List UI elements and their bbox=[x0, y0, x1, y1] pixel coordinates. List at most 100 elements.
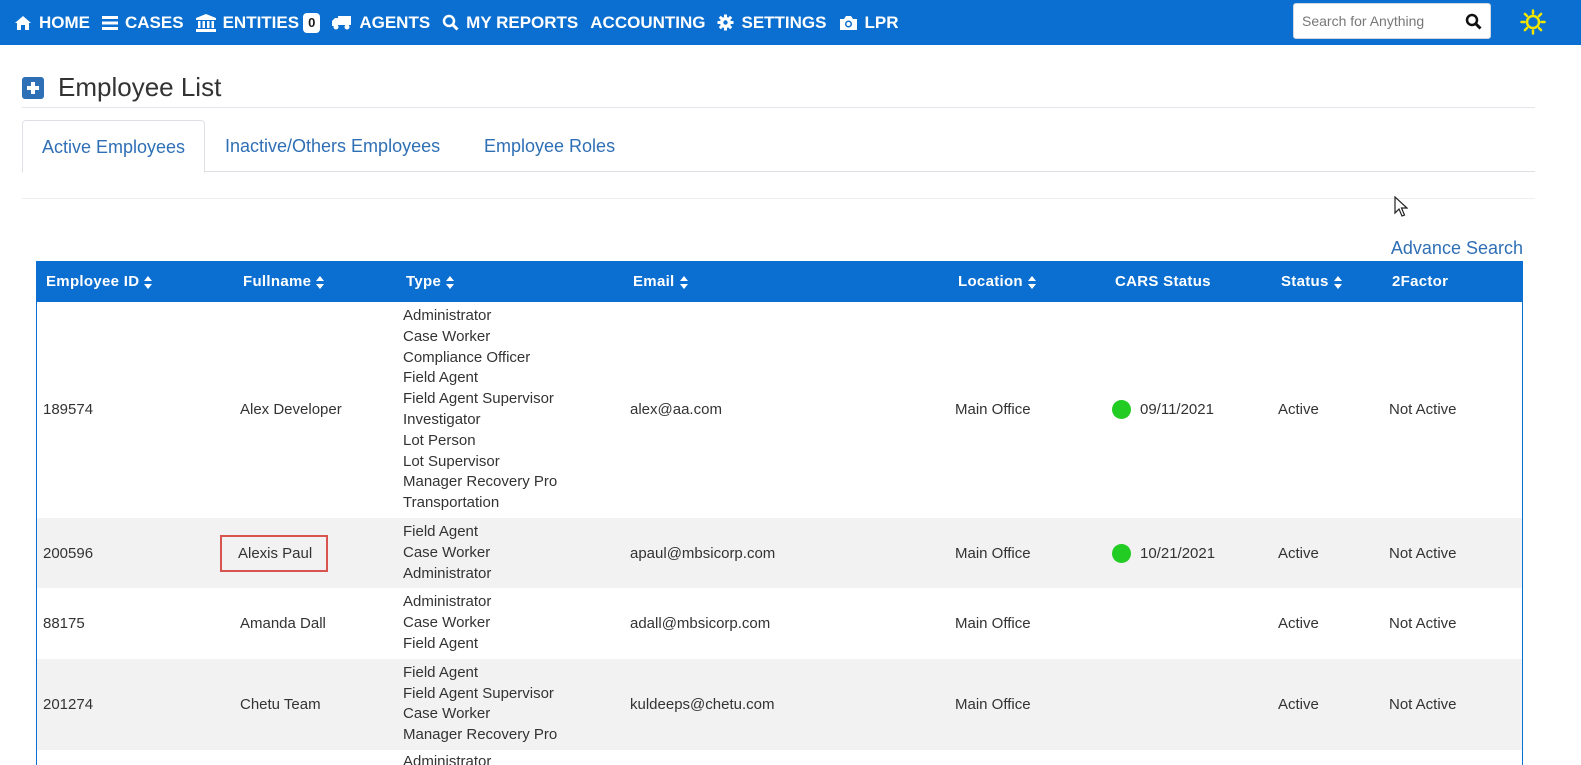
type-item: Administrator bbox=[403, 593, 492, 611]
col-header-employee-id[interactable]: Employee ID bbox=[37, 261, 234, 302]
status-cell bbox=[1272, 750, 1383, 765]
type-item: Lot Person bbox=[403, 431, 476, 449]
col-header-label: Type bbox=[406, 273, 442, 290]
nav-entities-label: ENTITIES bbox=[222, 12, 300, 32]
nav-home-label: HOME bbox=[39, 12, 90, 32]
fullname-cell: Alex Developer bbox=[240, 401, 342, 419]
global-search bbox=[1293, 3, 1491, 39]
sort-icon bbox=[1027, 275, 1036, 289]
type-item: Case Worker bbox=[403, 327, 491, 345]
nav-agents[interactable]: AGENTS bbox=[332, 13, 430, 33]
col-header-email[interactable]: Email bbox=[624, 261, 949, 302]
cars-status-cell bbox=[1106, 659, 1272, 750]
col-header-label: Status bbox=[1281, 273, 1329, 290]
table-row[interactable]: 201274 Chetu Team Field Agent Field Agen… bbox=[37, 658, 1522, 750]
type-item: Lot Supervisor bbox=[403, 452, 500, 470]
nav-settings-label: SETTINGS bbox=[741, 12, 827, 32]
employee-id-cell bbox=[37, 750, 234, 765]
entities-count-badge: 0 bbox=[303, 12, 321, 33]
page-header: Employee List bbox=[22, 72, 221, 103]
type-item: Administrator bbox=[403, 752, 492, 765]
fullname-cell: Alexis Paul bbox=[220, 518, 397, 588]
location-cell bbox=[949, 750, 1106, 765]
cars-status-date: 10/21/2021 bbox=[1140, 544, 1216, 562]
twofactor-cell: Not Active bbox=[1389, 615, 1457, 633]
type-item: Field Agent bbox=[403, 663, 479, 681]
nav-lpr[interactable]: LPR bbox=[839, 13, 899, 33]
status-cell: Active bbox=[1278, 401, 1319, 419]
type-item: Field Agent Supervisor bbox=[403, 390, 554, 408]
sort-icon bbox=[446, 275, 455, 289]
location-cell: Main Office bbox=[955, 695, 1031, 713]
nav-my-reports[interactable]: MY REPORTS bbox=[442, 13, 578, 33]
type-cell: Administrator Case Worker Compliance Off… bbox=[397, 302, 624, 518]
col-header-label: Fullname bbox=[243, 273, 312, 290]
gear-icon bbox=[717, 14, 734, 31]
twofactor-cell bbox=[1383, 750, 1522, 765]
table-row[interactable]: 88175 Amanda Dall Administrator Case Wor… bbox=[37, 588, 1522, 658]
cars-status-cell: 10/21/2021 bbox=[1106, 518, 1272, 588]
type-item: Transportation bbox=[403, 494, 500, 512]
tab-employee-roles[interactable]: Employee Roles bbox=[484, 120, 615, 173]
nav-settings[interactable]: SETTINGS bbox=[717, 12, 827, 33]
tab-active-employees[interactable]: Active Employees bbox=[22, 120, 206, 173]
col-header-label: 2Factor bbox=[1392, 273, 1449, 290]
type-item: Field Agent Supervisor bbox=[403, 684, 554, 702]
col-header-location[interactable]: Location bbox=[949, 261, 1106, 302]
table-header-row: Employee ID Fullname Type Email Location… bbox=[37, 261, 1522, 302]
email-cell: kuldeeps@chetu.com bbox=[630, 695, 775, 713]
employee-tabs: Active Employees Inactive/Others Employe… bbox=[22, 120, 1535, 173]
table-row[interactable]: 189574 Alex Developer Administrator Case… bbox=[37, 302, 1522, 518]
global-search-input[interactable] bbox=[1294, 4, 1454, 38]
nav-cases[interactable]: CASES bbox=[102, 13, 184, 33]
col-header-type[interactable]: Type bbox=[397, 261, 624, 302]
cars-status-date: 09/11/2021 bbox=[1140, 401, 1214, 419]
email-cell: apaul@mbsicorp.com bbox=[630, 544, 776, 562]
type-cell: Administrator bbox=[397, 750, 624, 765]
sort-icon bbox=[1333, 275, 1342, 289]
table-row[interactable]: Administrator bbox=[37, 750, 1522, 765]
cars-status-cell: 09/11/2021 bbox=[1106, 302, 1272, 518]
sun-icon[interactable] bbox=[1520, 9, 1546, 35]
fullname-cell bbox=[234, 750, 397, 765]
search-icon[interactable] bbox=[1465, 13, 1482, 30]
type-cell: Field Agent Case Worker Administrator bbox=[397, 518, 624, 588]
email-cell: alex@aa.com bbox=[630, 401, 722, 419]
type-item: Field Agent bbox=[403, 522, 479, 540]
tab-inactive-employees[interactable]: Inactive/Others Employees bbox=[225, 120, 440, 173]
highlighted-fullname[interactable]: Alexis Paul bbox=[220, 534, 329, 572]
type-item: Administrator bbox=[403, 564, 492, 582]
email-cell bbox=[624, 750, 949, 765]
type-item: Compliance Officer bbox=[403, 348, 531, 366]
page-title: Employee List bbox=[58, 72, 222, 102]
type-item: Field Agent bbox=[403, 369, 479, 387]
col-header-status[interactable]: Status bbox=[1272, 261, 1383, 302]
employee-id-cell: 88175 bbox=[43, 615, 85, 633]
col-header-fullname[interactable]: Fullname bbox=[234, 261, 397, 302]
employee-table: Employee ID Fullname Type Email Location… bbox=[37, 261, 1522, 765]
twofactor-cell: Not Active bbox=[1389, 544, 1457, 562]
nav-menu: HOME CASES ENTITIES 0 AGENTS MY REPORTS … bbox=[14, 0, 911, 45]
location-cell: Main Office bbox=[955, 615, 1031, 633]
employee-id-cell: 200596 bbox=[43, 544, 94, 562]
nav-accounting[interactable]: ACCOUNTING bbox=[590, 13, 705, 33]
cars-status-indicator bbox=[1112, 400, 1131, 420]
search-icon bbox=[442, 14, 459, 31]
col-header-label: Location bbox=[958, 273, 1023, 290]
location-cell: Main Office bbox=[955, 544, 1031, 562]
status-cell: Active bbox=[1278, 695, 1319, 713]
twofactor-cell: Not Active bbox=[1389, 695, 1457, 713]
nav-my-reports-label: MY REPORTS bbox=[466, 12, 579, 32]
advance-search-link[interactable]: Advance Search bbox=[1391, 238, 1523, 259]
nav-agents-label: AGENTS bbox=[359, 12, 431, 32]
bars-icon bbox=[102, 15, 118, 30]
email-cell: adall@mbsicorp.com bbox=[630, 615, 771, 633]
nav-home[interactable]: HOME bbox=[14, 13, 90, 33]
type-cell: Administrator Case Worker Field Agent bbox=[397, 588, 624, 658]
truck-icon bbox=[332, 16, 352, 30]
nav-entities[interactable]: ENTITIES 0 bbox=[195, 12, 321, 33]
twofactor-cell: Not Active bbox=[1389, 401, 1457, 419]
table-row[interactable]: 200596 Alexis Paul Field Agent Case Work… bbox=[37, 517, 1522, 589]
tabs-divider bbox=[22, 198, 1535, 199]
add-employee-icon[interactable] bbox=[22, 76, 44, 99]
